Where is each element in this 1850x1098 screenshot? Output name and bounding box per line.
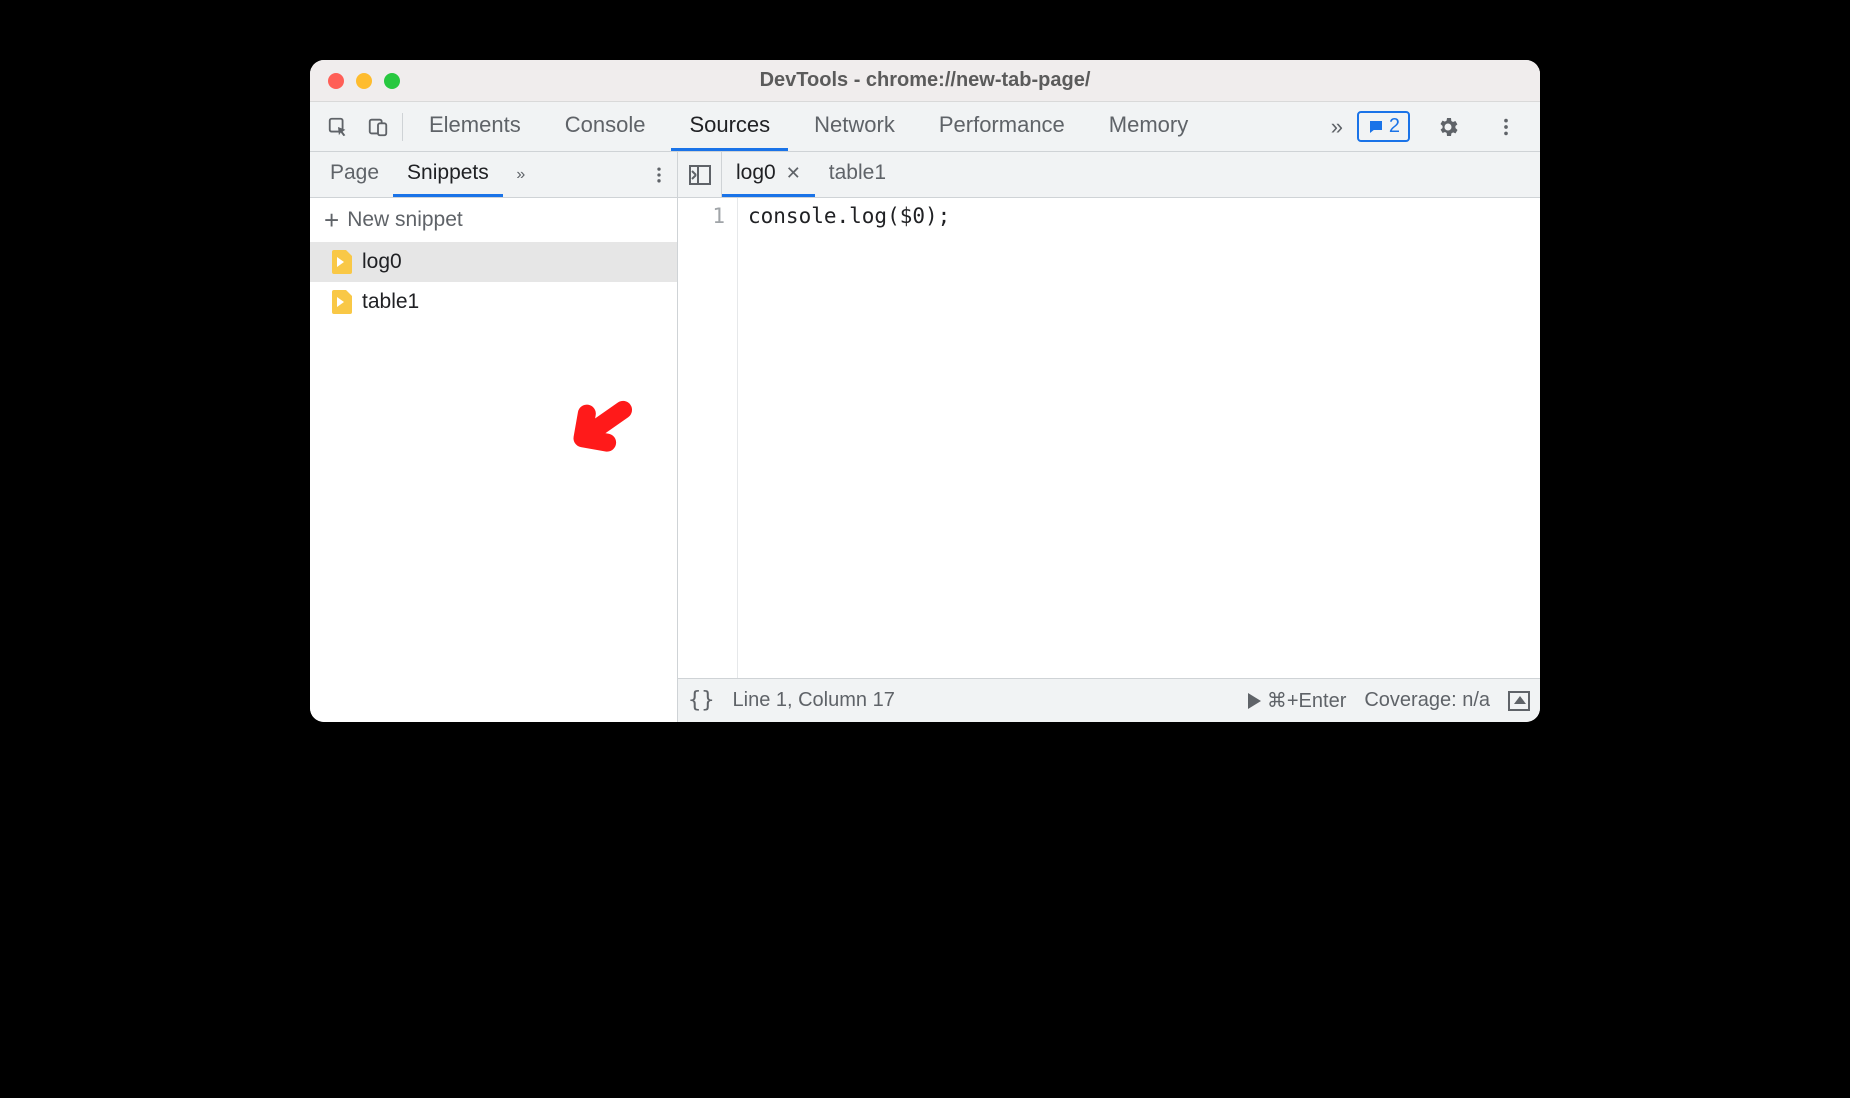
line-gutter: 1 (678, 198, 738, 678)
sidebar: Page Snippets » + New snippet log0 (310, 152, 678, 722)
code-content[interactable]: console.log($0); (738, 198, 1540, 678)
subtab-page[interactable]: Page (316, 152, 393, 197)
snippet-file-log0[interactable]: log0 (310, 242, 677, 282)
window-controls (328, 73, 400, 89)
snippet-file-icon (332, 250, 352, 274)
sidebar-subtabs: Page Snippets » (310, 152, 677, 198)
toolbar-divider (402, 113, 403, 141)
editor-panel: log0 ✕ table1 1 console.log($0); {} Line… (678, 152, 1540, 722)
run-snippet-button[interactable]: ⌘+Enter (1248, 688, 1346, 713)
close-tab-icon[interactable]: ✕ (786, 163, 801, 184)
cursor-position: Line 1, Column 17 (733, 689, 895, 712)
main-tabs: ElementsConsoleSourcesNetworkPerformance… (411, 102, 1317, 151)
snippet-file-name: table1 (362, 290, 419, 314)
toolbar-right: 2 (1357, 107, 1532, 147)
zoom-window-button[interactable] (384, 73, 400, 89)
device-toggle-icon[interactable] (358, 107, 398, 147)
window-title: DevTools - chrome://new-tab-page/ (760, 69, 1091, 92)
kebab-menu-icon[interactable] (1486, 107, 1526, 147)
file-tabs: log0 ✕ table1 (678, 152, 1540, 198)
sidebar-kebab-icon[interactable] (641, 152, 677, 197)
snippet-file-icon (332, 290, 352, 314)
drawer-toggle-icon[interactable] (1508, 691, 1530, 711)
close-window-button[interactable] (328, 73, 344, 89)
file-tab-label: log0 (736, 161, 776, 185)
subtabs-overflow-button[interactable]: » (503, 152, 539, 197)
panel-body: Page Snippets » + New snippet log0 (310, 152, 1540, 722)
tab-sources[interactable]: Sources (671, 102, 788, 151)
more-tabs-button[interactable]: » (1317, 107, 1357, 147)
file-tab-table1[interactable]: table1 (815, 152, 900, 197)
file-tab-label: table1 (829, 161, 886, 185)
tab-performance[interactable]: Performance (921, 102, 1083, 151)
tab-console[interactable]: Console (547, 102, 664, 151)
coverage-status[interactable]: Coverage: n/a (1364, 689, 1490, 712)
code-editor[interactable]: 1 console.log($0); (678, 198, 1540, 678)
subtab-snippets[interactable]: Snippets (393, 152, 503, 197)
inspect-element-icon[interactable] (318, 107, 358, 147)
file-tab-log0[interactable]: log0 ✕ (722, 152, 815, 197)
play-icon (1248, 693, 1261, 709)
line-number: 1 (678, 204, 725, 228)
tab-memory[interactable]: Memory (1091, 102, 1206, 151)
tab-network[interactable]: Network (796, 102, 913, 151)
navigator-toggle-icon[interactable] (678, 152, 722, 197)
snippet-file-table1[interactable]: table1 (310, 282, 677, 322)
devtools-window: DevTools - chrome://new-tab-page/ Elemen… (310, 60, 1540, 722)
snippet-file-name: log0 (362, 250, 402, 274)
settings-gear-icon[interactable] (1428, 107, 1468, 147)
new-snippet-label: New snippet (347, 208, 463, 232)
messages-count: 2 (1389, 115, 1400, 138)
pretty-print-icon[interactable]: {} (688, 688, 715, 713)
minimize-window-button[interactable] (356, 73, 372, 89)
titlebar: DevTools - chrome://new-tab-page/ (310, 60, 1540, 102)
run-shortcut-hint: ⌘+Enter (1267, 688, 1346, 713)
plus-icon: + (324, 207, 339, 233)
tab-elements[interactable]: Elements (411, 102, 539, 151)
main-toolbar: ElementsConsoleSourcesNetworkPerformance… (310, 102, 1540, 152)
new-snippet-button[interactable]: + New snippet (310, 198, 677, 242)
messages-badge[interactable]: 2 (1357, 111, 1410, 142)
red-arrow-annotation-icon (558, 390, 639, 471)
sidebar-content: + New snippet log0 table1 (310, 198, 677, 722)
statusbar: {} Line 1, Column 17 ⌘+Enter Coverage: n… (678, 678, 1540, 722)
